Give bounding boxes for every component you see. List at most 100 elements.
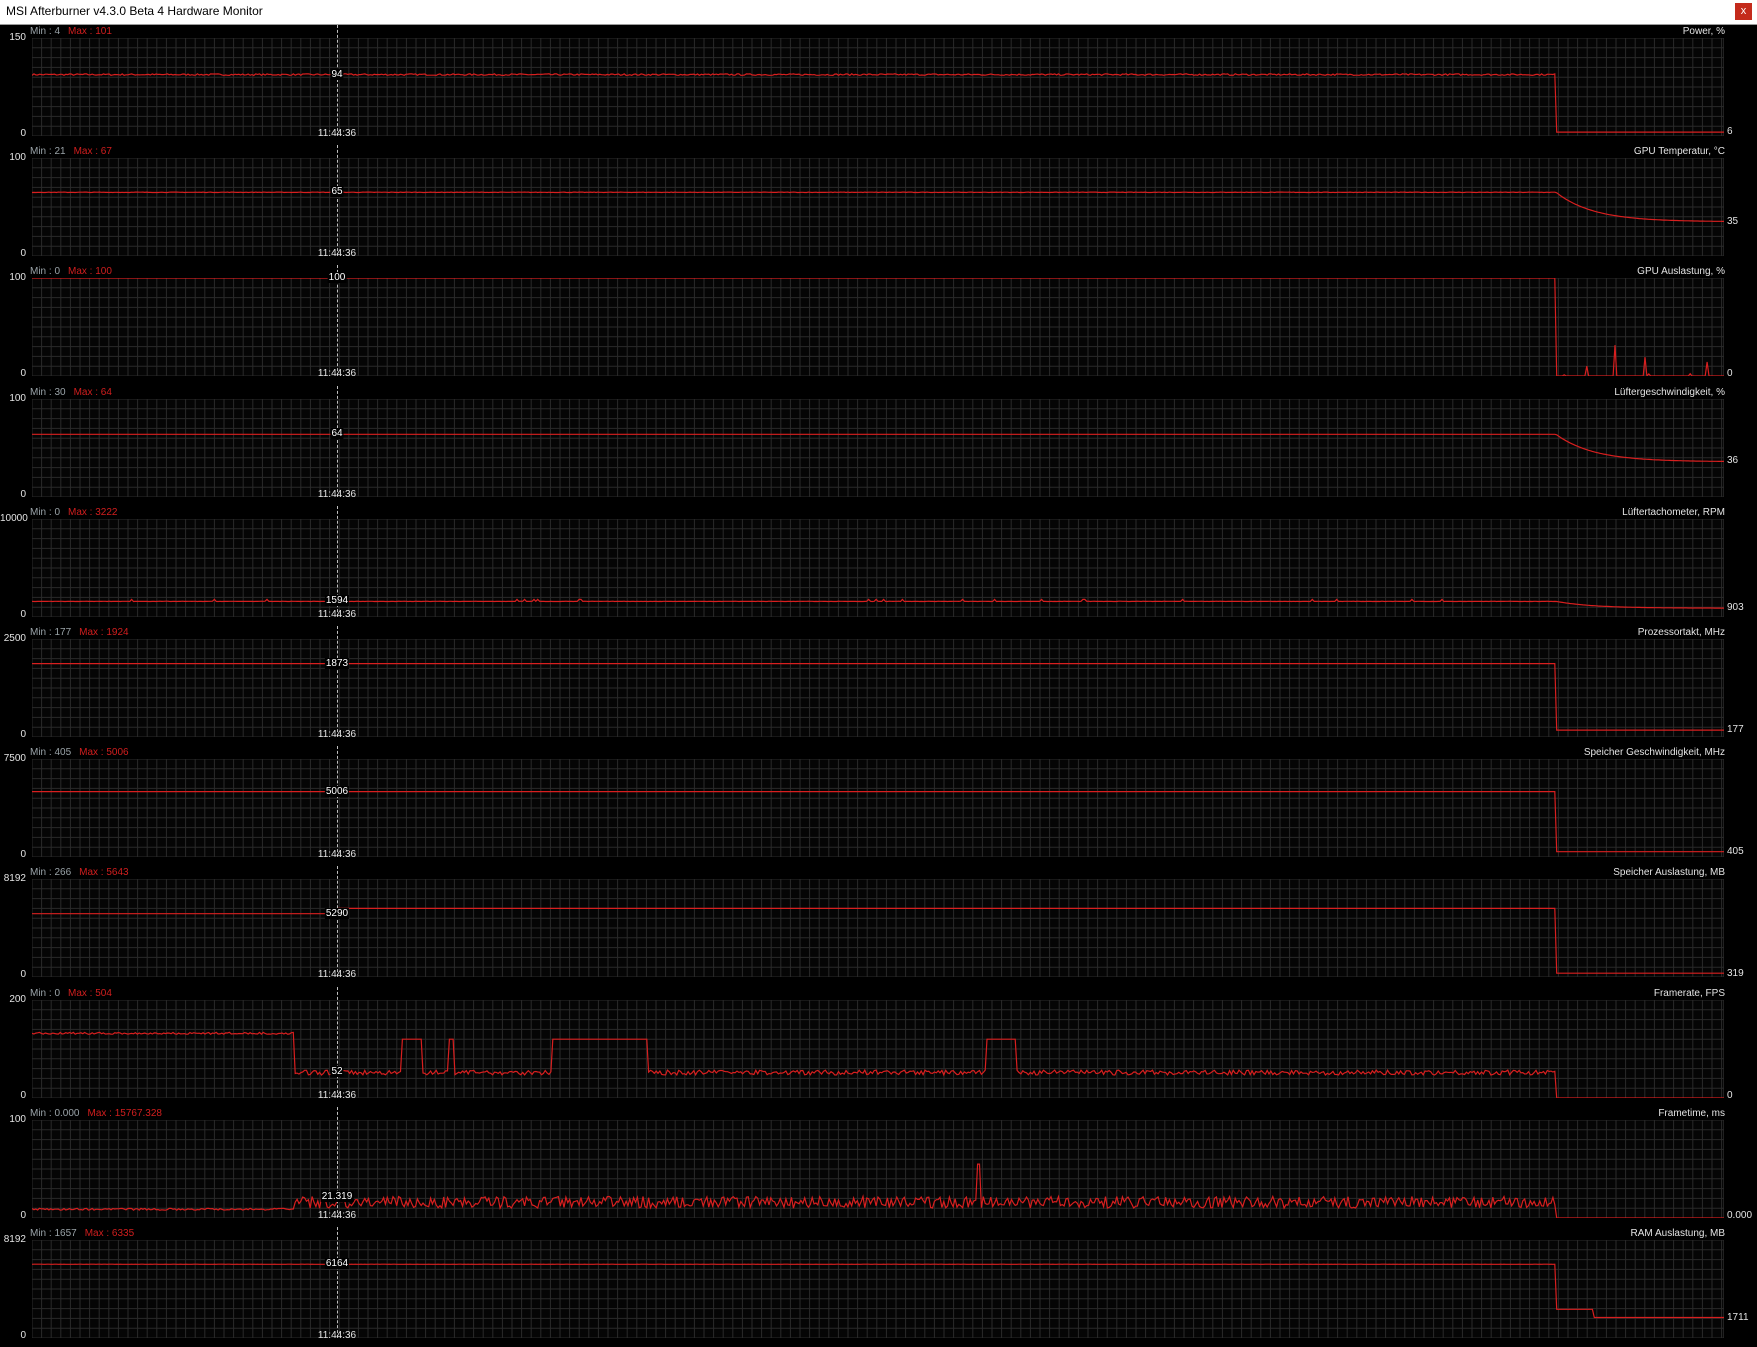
y-axis-max-label: 200 <box>9 993 26 1005</box>
min-label: Min : 0.000 <box>30 1107 80 1119</box>
graph-title: GPU Temperatur, °C <box>1633 146 1725 158</box>
graph-panel[interactable]: Min : 21 Max : 67 GPU Temperatur, °C 100 0 65… <box>0 145 1757 265</box>
title-bar: MSI Afterburner v4.3.0 Beta 4 Hardware M… <box>0 0 1757 25</box>
min-max-label: Min : 0.000 Max : 15767.328 <box>30 1108 162 1119</box>
min-label: Min : 30 <box>30 386 66 398</box>
current-value: 0 <box>1727 368 1733 380</box>
y-axis-min-label: 0 <box>20 488 26 500</box>
y-axis-min-label: 0 <box>20 1330 26 1341</box>
graph-plot <box>32 158 1724 257</box>
min-max-label: Min : 1657 Max : 6335 <box>30 1228 134 1239</box>
cursor-time: 11:44:36 <box>317 729 357 740</box>
graph-title: Framerate, FPS <box>1653 987 1725 999</box>
cursor-time: 11:44:36 <box>317 969 357 981</box>
graph-panel[interactable]: Min : 0.000 Max : 15767.328 Frametime, ms 1… <box>0 1106 1757 1227</box>
cursor-value: 21.319 <box>320 1190 354 1202</box>
graph-panel[interactable]: Min : 4 Max : 101 Power, % 150 0 94 11:44:36 6 <box>0 25 1757 145</box>
graph-panel[interactable]: Min : 1657 Max : 6335 RAM Auslastung, MB 81… <box>0 1227 1757 1347</box>
y-axis-max-label: 8192 <box>3 873 26 885</box>
current-value: 35 <box>1727 215 1739 227</box>
time-cursor-line <box>337 1227 338 1338</box>
graph-title: Speicher Geschwindigkeit, MHz <box>1583 747 1725 759</box>
time-cursor-line <box>337 626 338 737</box>
max-label: Max : 504 <box>68 987 112 999</box>
y-axis-min-label: 0 <box>20 849 26 861</box>
cursor-time: 11:44:36 <box>317 1089 357 1101</box>
time-cursor-line <box>337 25 338 136</box>
y-axis-min-label: 0 <box>20 1089 26 1101</box>
y-axis-max-label: 8192 <box>3 1234 26 1245</box>
graph-title: Lüftergeschwindigkeit, % <box>1614 386 1725 398</box>
cursor-time: 11:44:36 <box>317 368 357 380</box>
current-value: 177 <box>1727 724 1744 736</box>
cursor-value: 100 <box>327 272 347 284</box>
cursor-time: 11:44:36 <box>317 1209 357 1221</box>
cursor-time: 11:44:36 <box>317 608 357 620</box>
graph-panel[interactable]: Min : 0 Max : 504 Framerate, FPS 200 0 52 11:4… <box>0 986 1757 1107</box>
graph-area[interactable]: Min : 4 Max : 101 Power, % 150 0 94 11:44:36 6 M… <box>0 25 1757 1347</box>
max-label: Max : 67 <box>73 146 112 158</box>
cursor-value: 64 <box>330 427 344 439</box>
min-max-label: Min : 0 Max : 3222 <box>30 507 118 518</box>
cursor-value: 1873 <box>324 657 350 669</box>
time-cursor-line <box>337 986 338 1098</box>
max-label: Max : 3222 <box>68 506 118 518</box>
graph-title: Prozessortakt, MHz <box>1637 627 1725 638</box>
window-title: MSI Afterburner v4.3.0 Beta 4 Hardware M… <box>6 4 263 18</box>
current-value: 903 <box>1727 601 1744 613</box>
current-value: 0.000 <box>1727 1209 1753 1221</box>
graph-title: Speicher Auslastung, MB <box>1613 867 1725 879</box>
graph-plot <box>32 1119 1724 1218</box>
max-label: Max : 5643 <box>79 867 129 879</box>
max-label: Max : 1924 <box>79 627 129 638</box>
min-max-label: Min : 4 Max : 101 <box>30 26 112 37</box>
min-label: Min : 21 <box>30 146 66 158</box>
graph-panel[interactable]: Min : 0 Max : 3222 Lüftertachometer, RPM 10… <box>0 505 1757 626</box>
min-max-label: Min : 30 Max : 64 <box>30 387 112 398</box>
cursor-time: 11:44:36 <box>317 849 357 861</box>
graph-title: GPU Auslastung, % <box>1637 266 1725 278</box>
graph-plot <box>32 999 1724 1098</box>
graph-panel[interactable]: Min : 0 Max : 100 GPU Auslastung, % 100 0 100… <box>0 265 1757 385</box>
y-axis-max-label: 7500 <box>3 753 26 765</box>
graph-plot <box>32 639 1724 737</box>
y-axis-min-label: 0 <box>20 248 26 260</box>
graph-panel[interactable]: Min : 177 Max : 1924 Prozessortakt, MHz 250… <box>0 626 1757 746</box>
y-axis-min-label: 0 <box>20 1209 26 1221</box>
cursor-time: 11:44:36 <box>317 1330 357 1341</box>
max-label: Max : 6335 <box>84 1228 135 1239</box>
time-cursor-line <box>337 746 338 858</box>
min-max-label: Min : 266 Max : 5643 <box>30 867 129 878</box>
min-max-label: Min : 0 Max : 100 <box>30 266 112 277</box>
y-axis-max-label: 10000 <box>0 512 28 524</box>
graph-title: Frametime, ms <box>1658 1107 1725 1119</box>
graph-panel[interactable]: Min : 405 Max : 5006 Speicher Geschwindigk… <box>0 746 1757 866</box>
graph-plot <box>32 278 1724 377</box>
graph-title: Power, % <box>1682 26 1725 37</box>
max-label: Max : 101 <box>68 26 112 37</box>
min-label: Min : 177 <box>30 627 72 638</box>
min-max-label: Min : 177 Max : 1924 <box>30 627 129 638</box>
cursor-value: 5006 <box>324 785 350 797</box>
y-axis-max-label: 100 <box>9 272 26 284</box>
y-axis-min-label: 0 <box>20 368 26 380</box>
graph-title: Lüftertachometer, RPM <box>1622 506 1725 518</box>
graph-plot <box>32 518 1724 617</box>
y-axis-max-label: 100 <box>9 392 26 404</box>
y-axis-max-label: 2500 <box>3 633 26 644</box>
graph-panel[interactable]: Min : 30 Max : 64 Lüftergeschwindigkeit, %… <box>0 385 1757 506</box>
graph-plot <box>32 879 1724 978</box>
time-cursor-line <box>337 385 338 497</box>
cursor-time: 11:44:36 <box>317 248 357 260</box>
y-axis-max-label: 100 <box>9 1113 26 1125</box>
time-cursor-line <box>337 145 338 257</box>
graph-panel[interactable]: Min : 266 Max : 5643 Speicher Auslastung, … <box>0 866 1757 986</box>
cursor-value: 6164 <box>324 1258 350 1270</box>
close-button[interactable]: x <box>1735 3 1752 20</box>
graph-plot <box>32 759 1724 858</box>
current-value: 36 <box>1727 455 1739 466</box>
cursor-value: 52 <box>330 1066 344 1078</box>
cursor-value: 94 <box>330 68 344 80</box>
min-label: Min : 0 <box>30 987 61 999</box>
graph-title: RAM Auslastung, MB <box>1630 1228 1725 1239</box>
